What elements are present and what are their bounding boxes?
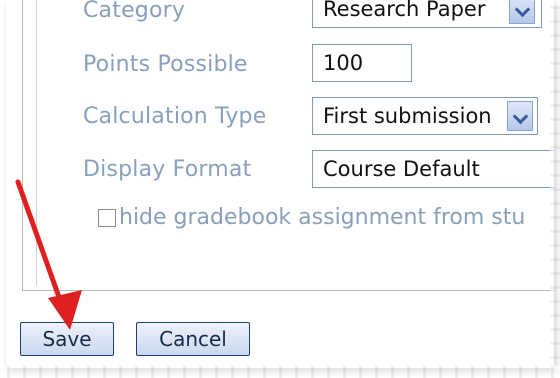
calculation-type-select[interactable]: First submission: [312, 97, 538, 135]
hide-assignment-checkbox[interactable]: [98, 209, 116, 227]
display-format-select[interactable]: Course Default: [312, 150, 554, 188]
torn-edge-bottom: [0, 366, 560, 378]
category-label: Category: [83, 0, 186, 23]
calculation-type-label: Calculation Type: [83, 104, 267, 129]
screenshot-frame: Category Research Paper Points Possible …: [6, 0, 554, 368]
display-format-label: Display Format: [83, 157, 252, 182]
category-select-value: Research Paper: [323, 0, 486, 21]
category-select[interactable]: Research Paper: [312, 0, 542, 28]
display-format-value: Course Default: [323, 157, 480, 181]
chevron-down-icon[interactable]: [507, 101, 533, 131]
panel-divider: [36, 0, 37, 286]
chevron-down-icon[interactable]: [509, 0, 535, 24]
points-possible-input[interactable]: 100: [312, 44, 412, 82]
save-button[interactable]: Save: [20, 322, 114, 356]
points-possible-label: Points Possible: [83, 52, 248, 77]
calculation-type-value: First submission: [323, 104, 492, 128]
hide-assignment-label: hide gradebook assignment from stu: [119, 205, 526, 230]
form-panel: [22, 0, 554, 291]
torn-edge-right: [550, 0, 560, 378]
cancel-button[interactable]: Cancel: [136, 322, 250, 356]
